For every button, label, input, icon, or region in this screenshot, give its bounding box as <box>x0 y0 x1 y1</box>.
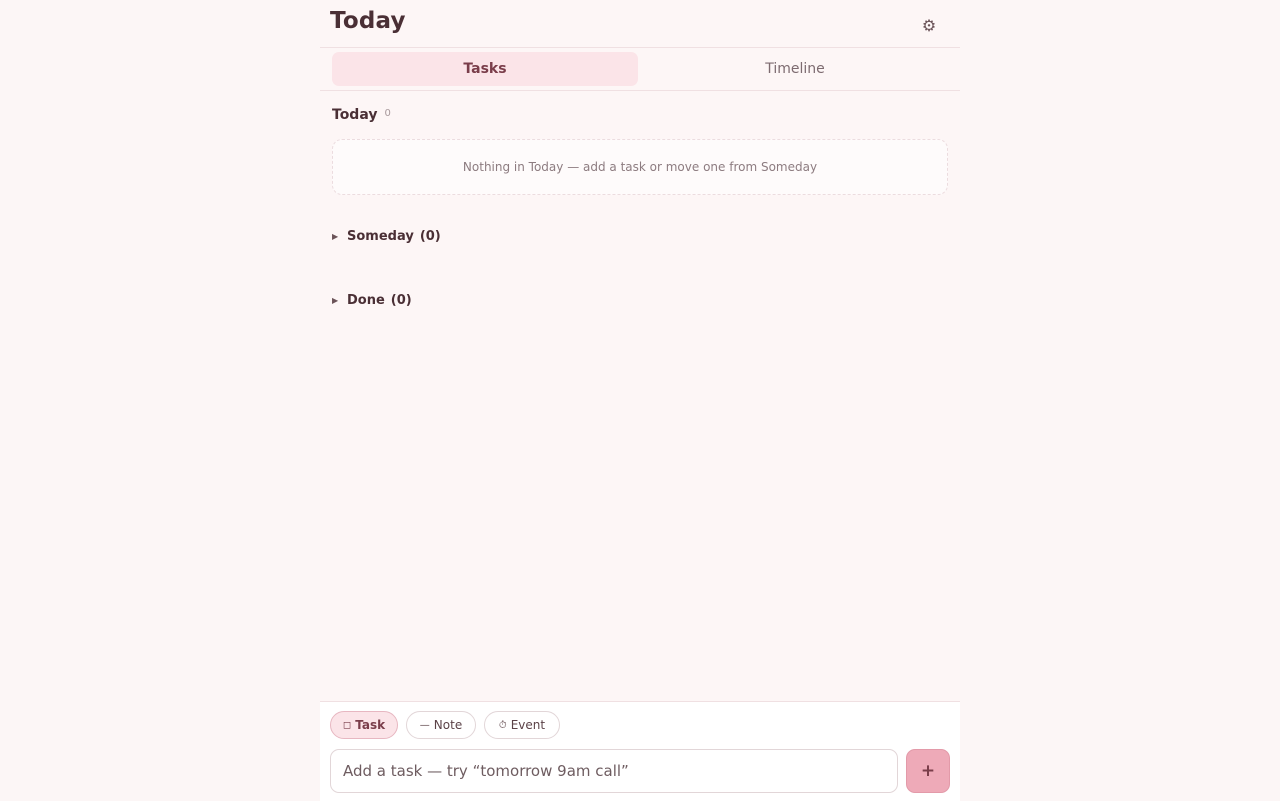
mode-event-label: Event <box>510 718 546 732</box>
today-section-title: Today <box>332 107 378 123</box>
done-count: (0) <box>390 293 412 308</box>
someday-section-title: Someday <box>347 229 414 244</box>
today-section-header: Today 0 <box>332 107 391 123</box>
app-container: Today ⚙ Tasks Timeline Today 0 Nothing i… <box>320 0 960 801</box>
task-input-wrapper <box>330 749 898 793</box>
composer-bar: ◻ Task — Note ⏱ Event + <box>320 701 960 801</box>
view-tabs: Tasks Timeline <box>320 48 960 91</box>
settings-gear-icon[interactable]: ⚙ <box>918 14 940 36</box>
done-section-title: Done <box>347 293 385 308</box>
tab-timeline[interactable]: Timeline <box>642 52 948 86</box>
dash-icon: — <box>419 719 430 731</box>
mode-event-chip[interactable]: ⏱ Event <box>484 711 560 739</box>
tab-tasks[interactable]: Tasks <box>332 52 638 86</box>
mode-note-chip[interactable]: — Note <box>406 711 476 739</box>
checkbox-icon: ◻ <box>342 719 352 731</box>
empty-state-message: Nothing in Today — add a task or move on… <box>462 160 818 174</box>
caret-right-icon: ▶ <box>332 296 339 305</box>
task-input[interactable] <box>331 750 897 792</box>
mode-task-chip[interactable]: ◻ Task <box>330 711 398 739</box>
page-title: Today <box>330 8 406 34</box>
mode-note-label: Note <box>433 718 463 732</box>
done-section-toggle[interactable]: ▶ Done (0) <box>332 293 412 308</box>
mode-task-label: Task <box>355 718 386 732</box>
stopwatch-icon: ⏱ <box>498 719 507 731</box>
someday-section-toggle[interactable]: ▶ Someday (0) <box>332 229 441 244</box>
header: Today ⚙ <box>320 0 960 48</box>
today-count-badge: 0 <box>384 108 391 119</box>
add-task-button[interactable]: + <box>906 749 950 793</box>
someday-count: (0) <box>419 229 441 244</box>
today-empty-state: Nothing in Today — add a task or move on… <box>332 139 948 195</box>
caret-right-icon: ▶ <box>332 232 339 241</box>
